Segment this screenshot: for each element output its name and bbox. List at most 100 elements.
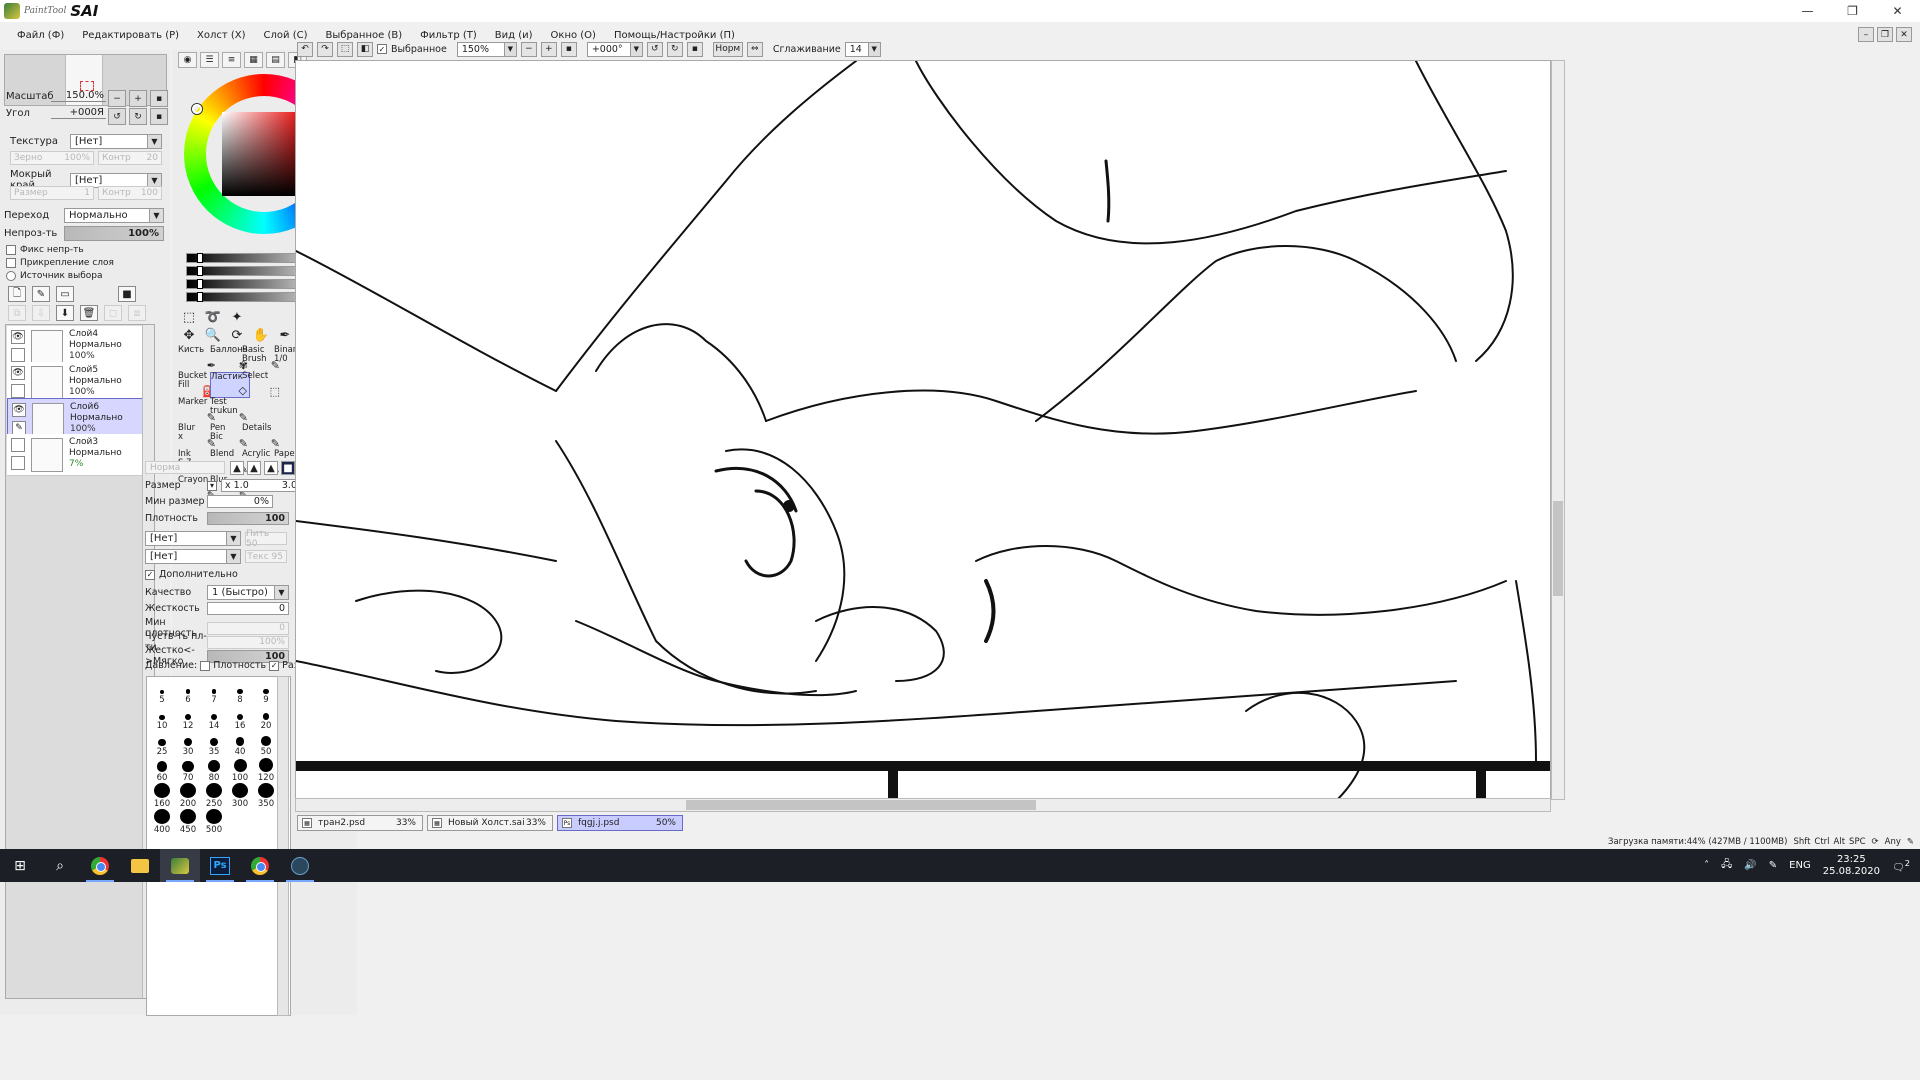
size-grid-scrollbar[interactable] xyxy=(277,676,289,1016)
taskbar-chrome-2[interactable] xyxy=(240,849,280,882)
pressure-size-checkbox[interactable]: ✓ xyxy=(269,660,280,671)
lasso-icon[interactable]: ➰ xyxy=(204,308,222,326)
pen-icon[interactable]: ✎ xyxy=(12,421,26,435)
lock-icon[interactable] xyxy=(11,384,25,398)
brush-size-preset[interactable]: 50 xyxy=(253,731,279,757)
brush-size-preset[interactable]: 16 xyxy=(227,705,253,731)
network-icon[interactable]: 🖧 xyxy=(1721,857,1732,874)
undo-icon[interactable]: ↶ xyxy=(297,41,313,57)
drawing-canvas[interactable] xyxy=(295,60,1551,800)
scratchpad-tab-icon[interactable]: ▤ xyxy=(266,52,285,68)
hue-marker[interactable] xyxy=(192,104,202,114)
brush-size-preset[interactable]: 8 xyxy=(227,679,253,705)
rect-select-icon[interactable]: ⬚ xyxy=(180,308,198,326)
lock-icon[interactable] xyxy=(11,456,25,470)
zoom-out-button[interactable]: − xyxy=(108,90,126,107)
checkbox-box[interactable] xyxy=(6,258,16,268)
brush-size-preset[interactable]: 400 xyxy=(149,809,175,835)
brush-size-preset[interactable]: 200 xyxy=(175,783,201,809)
blend-mode-select[interactable]: Нормально ▼ xyxy=(64,208,164,223)
clock[interactable]: 23:25 25.08.2020 xyxy=(1823,854,1880,878)
transfer-down-icon[interactable]: ⇩ xyxy=(32,305,50,321)
pen-tray-icon[interactable]: ✎ xyxy=(1769,860,1777,871)
canvas-zoom-select[interactable]: 150% ▼ xyxy=(456,41,517,57)
brush-size-preset[interactable]: 100 xyxy=(227,757,253,783)
menu-edit[interactable]: Редактировать (Р) xyxy=(73,30,188,41)
brush-size-preset[interactable]: 120 xyxy=(253,757,279,783)
slider-knob[interactable] xyxy=(197,279,203,289)
menu-help-settings[interactable]: Помощь/Настройки (П) xyxy=(605,30,744,41)
rotate-ccw-icon[interactable]: ↺ xyxy=(646,41,663,57)
brush-texture-select[interactable]: [Нет] ▼ xyxy=(145,549,241,564)
stabilizer-select[interactable]: 14 ▼ xyxy=(844,41,881,57)
brush-size-preset[interactable]: 350 xyxy=(253,783,279,809)
menu-layer[interactable]: Слой (С) xyxy=(255,30,317,41)
eye-icon[interactable]: 👁 xyxy=(11,330,25,344)
scrollbar-thumb[interactable] xyxy=(1553,501,1563,596)
brush-size-preset[interactable]: 250 xyxy=(201,783,227,809)
zoom-in-button[interactable]: + xyxy=(129,90,147,107)
brush-size-preset[interactable]: 30 xyxy=(175,731,201,757)
brush-size-preset[interactable]: 40 xyxy=(227,731,253,757)
copy-layer-icon[interactable]: ⧉ xyxy=(8,305,26,321)
brush-size-preset[interactable]: 7 xyxy=(201,679,227,705)
swatches-tab-icon[interactable]: ▦ xyxy=(244,52,263,68)
menu-canvas[interactable]: Холст (Х) xyxy=(188,30,255,41)
layer-mask-icon[interactable]: ■ xyxy=(118,286,136,302)
brush-size-preset[interactable]: 10 xyxy=(149,705,175,731)
language-indicator[interactable]: ENG xyxy=(1789,860,1811,871)
windows-start-icon[interactable]: ⊞ xyxy=(0,849,40,882)
brush-size-preset[interactable]: 20 xyxy=(253,705,279,731)
rotate-left-button[interactable]: ↺ xyxy=(108,108,126,125)
angle-value[interactable]: +000Я xyxy=(51,107,106,119)
deselect-icon[interactable]: ⬚ xyxy=(337,41,353,57)
clear-layer-icon[interactable]: ◻ xyxy=(104,305,122,321)
canvas-angle-select[interactable]: +000° ▼ xyxy=(586,41,643,57)
brush-size-preset[interactable]: 12 xyxy=(175,705,201,731)
min-size-field[interactable]: 0% xyxy=(207,495,273,508)
redo-icon[interactable]: ↷ xyxy=(317,41,333,57)
rgb-slider-tab-icon[interactable]: ☰ xyxy=(200,52,219,68)
flip-normal-button[interactable]: Норм xyxy=(712,41,743,57)
notification-icon[interactable]: 🗨2 xyxy=(1892,858,1910,873)
opacity-slider[interactable]: 100% xyxy=(64,226,164,241)
new-layer-icon[interactable]: 🗋 xyxy=(8,286,26,302)
close-button[interactable]: ✕ xyxy=(1875,0,1920,22)
radio-button[interactable] xyxy=(6,271,16,281)
color-wheel-tab-icon[interactable]: ◉ xyxy=(178,52,197,68)
selection-source-radio[interactable]: Источник выбора xyxy=(6,271,102,281)
zoom-fit-icon[interactable]: ▪ xyxy=(560,41,577,57)
menu-window[interactable]: Окно (О) xyxy=(542,30,605,41)
brush-size-preset[interactable]: 80 xyxy=(201,757,227,783)
pressure-density-checkbox[interactable] xyxy=(200,660,211,671)
texture-select[interactable]: [Нет] ▼ xyxy=(70,134,162,149)
scrollbar-thumb[interactable] xyxy=(686,800,1036,810)
brush-size-preset[interactable]: 160 xyxy=(149,783,175,809)
zoom-in-icon[interactable]: + xyxy=(540,41,557,57)
taskbar-explorer[interactable] xyxy=(120,849,160,882)
density-slider[interactable]: 100 xyxy=(207,512,289,525)
zoom-reset-button[interactable]: ▪ xyxy=(150,90,168,107)
slider-knob[interactable] xyxy=(197,253,203,263)
merge-down-icon[interactable]: ⬇ xyxy=(56,305,74,321)
search-icon[interactable]: ⌕ xyxy=(40,849,80,882)
brush-size-preset[interactable]: 70 xyxy=(175,757,201,783)
size-multiplier-dropdown[interactable]: ▾ xyxy=(207,480,217,491)
checkbox-checked[interactable]: ✓ xyxy=(145,569,155,580)
restore-button[interactable]: ❐ xyxy=(1830,0,1875,22)
taskbar-steam[interactable] xyxy=(280,849,320,882)
brush-size-preset[interactable]: 450 xyxy=(175,809,201,835)
rotate-icon[interactable]: ⟳ xyxy=(228,326,246,344)
eyedropper-icon[interactable]: ✒ xyxy=(276,326,294,344)
zoom-value[interactable]: 150.0% xyxy=(51,90,106,102)
brush-size-preset[interactable]: 9 xyxy=(253,679,279,705)
checkbox-box[interactable] xyxy=(6,245,16,255)
flip-horizontal-icon[interactable]: ⇔ xyxy=(746,41,763,57)
chevron-up-icon[interactable]: ˄ xyxy=(1704,860,1709,871)
advanced-checkbox[interactable]: ✓ Дополнительно xyxy=(145,569,238,580)
zoom-out-icon[interactable]: − xyxy=(520,41,537,57)
saturation-value-square[interactable] xyxy=(222,112,306,196)
move-icon[interactable]: ✥ xyxy=(180,326,198,344)
menu-filter[interactable]: Фильтр (Т) xyxy=(411,30,486,41)
eye-icon[interactable]: 👁 xyxy=(11,366,25,380)
